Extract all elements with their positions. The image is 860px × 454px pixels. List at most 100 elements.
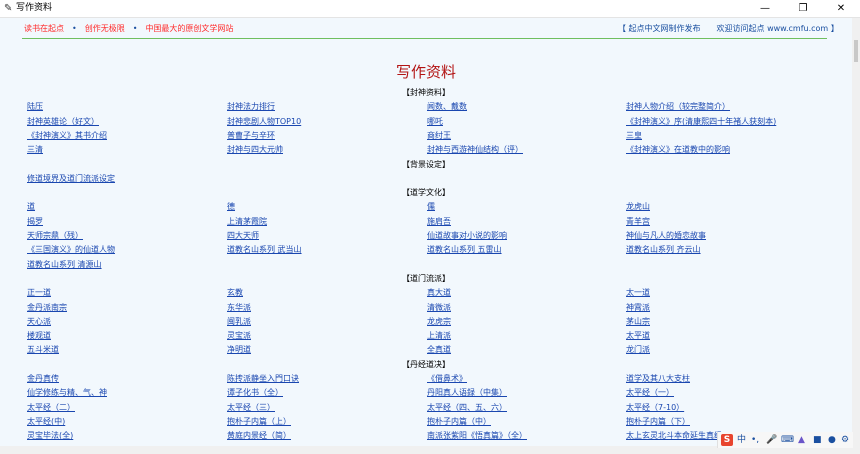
article-link[interactable]: 抱朴子内篇（下） [626, 416, 690, 428]
slogan-2: 创作无极限 [84, 24, 125, 33]
article-link[interactable]: 封神英雄论（好文） [27, 116, 99, 128]
article-link[interactable]: 普曹子与辛环 [227, 130, 275, 142]
article-link[interactable]: 太一道 [626, 287, 650, 299]
article-link[interactable]: 上清茅霞院 [227, 216, 267, 228]
article-link[interactable]: 《封神演义》其书介绍 [27, 130, 107, 142]
article-link[interactable]: 哪吒 [427, 116, 443, 128]
article-link[interactable]: 玄教 [227, 287, 243, 299]
section-heading: 【丹经道决】 [402, 359, 450, 369]
restore-button[interactable]: ❐ [784, 0, 822, 17]
article-link[interactable]: 东华派 [227, 302, 251, 314]
vertical-scrollbar[interactable] [852, 18, 860, 454]
tools-icon[interactable]: ■ [813, 433, 822, 447]
section-heading: 【道门流派】 [402, 273, 450, 283]
article-link[interactable]: 谭子化书（全） [227, 387, 283, 399]
content-pane: 读书在起点 • 创作无极限 • 中国最大的原创文学网站 【 起点中文网制作发布 欢迎访问… [0, 18, 852, 446]
article-link[interactable]: 道教名山系列 武当山 [227, 244, 302, 256]
article-link[interactable]: 三清 [27, 144, 43, 156]
article-link[interactable]: 灵宝毕法(全) [27, 430, 73, 442]
article-link[interactable]: 太平经（一） [626, 387, 674, 399]
article-link[interactable]: 闻数、戴数 [427, 101, 467, 113]
article-link[interactable]: 《封神演义》在道教中的影响 [626, 144, 730, 156]
article-link[interactable]: 封神悲剧人物TOP10 [227, 116, 301, 128]
article-link[interactable]: 天心派 [27, 316, 51, 328]
article-link[interactable]: 德 [227, 201, 235, 213]
article-link[interactable]: 全真道 [427, 344, 451, 356]
header-divider [22, 38, 827, 39]
article-link[interactable]: 太平经（三） [227, 402, 275, 414]
article-link[interactable]: 丹阳真人语録（中集） [427, 387, 507, 399]
article-link[interactable]: 儒 [427, 201, 435, 213]
article-link[interactable]: 青羊宫 [626, 216, 650, 228]
article-link[interactable]: 龙虎山 [626, 201, 650, 213]
slogan-separator: • [132, 24, 138, 33]
article-link[interactable]: 封神与四大元帅 [227, 144, 283, 156]
punctuation-icon[interactable]: •, [751, 433, 759, 447]
article-link[interactable]: 太平经（7-10） [626, 402, 684, 414]
article-link[interactable]: 道 [27, 201, 35, 213]
article-link[interactable]: 真大道 [427, 287, 451, 299]
section-heading: 【背景设定】 [402, 159, 450, 169]
article-link[interactable]: 修道境界及道门流派设定 [27, 173, 115, 185]
article-link[interactable]: 道学及其八大支柱 [626, 373, 690, 385]
article-link[interactable]: 龙虎宗 [427, 316, 451, 328]
publisher-link[interactable]: 【 起点中文网制作发布 欢迎访问起点 www.cmfu.com 】 [618, 23, 839, 35]
article-link[interactable]: 南派张紫阳《悟真篇》（全） [427, 430, 527, 442]
article-link[interactable]: 封神与西游神仙结构（评） [427, 144, 523, 156]
article-link[interactable]: 太平经（二） [27, 402, 75, 414]
article-link[interactable]: 陆压 [27, 101, 43, 113]
article-link[interactable]: 清微派 [427, 302, 451, 314]
article-link[interactable]: 道教名山系列 齐云山 [626, 244, 701, 256]
article-link[interactable]: 金丹真传 [27, 373, 59, 385]
article-link[interactable]: 施肩吾 [427, 216, 451, 228]
article-link[interactable]: 《借鼻术》 [427, 373, 467, 385]
slogan-separator: • [72, 24, 77, 33]
app-icon: ✎ [4, 3, 13, 14]
article-link[interactable]: 抱朴子内篇（上） [227, 416, 291, 428]
close-button[interactable]: ✕ [822, 0, 860, 17]
article-link[interactable]: 抱朴子内篇（中） [427, 416, 491, 428]
article-link[interactable]: 仙道故事对小说的影响 [427, 230, 507, 242]
minimize-button[interactable]: — [746, 0, 784, 17]
article-link[interactable]: 揭罗 [27, 216, 43, 228]
sogou-logo-icon[interactable]: S [721, 434, 733, 446]
skin-icon[interactable]: ▲ [798, 433, 805, 447]
article-link[interactable]: 净明道 [227, 344, 251, 356]
article-link[interactable]: 太平经（四、五、六） [427, 402, 507, 414]
article-link[interactable]: 太平道 [626, 330, 650, 342]
article-link[interactable]: 茅山宗 [626, 316, 650, 328]
article-link[interactable]: 道教名山系列 五雷山 [427, 244, 502, 256]
article-link[interactable]: 神仙与凡人的婚恋故事 [626, 230, 706, 242]
article-link[interactable]: 三皇 [626, 130, 642, 142]
keyboard-icon[interactable]: ⌨ [781, 433, 794, 447]
article-link[interactable]: 闽乳派 [227, 316, 251, 328]
chinese-mode-icon[interactable]: 中 [737, 433, 746, 447]
user-icon[interactable]: ● [828, 433, 836, 447]
window-title: 写作资料 [16, 3, 53, 13]
article-link[interactable]: 仙学修练与精、气、神 [27, 387, 107, 399]
article-link[interactable]: 龙门派 [626, 344, 650, 356]
slogan-3: 中国最大的原创文学网站 [145, 24, 234, 33]
article-link[interactable]: 四大天师 [227, 230, 259, 242]
article-link[interactable]: 太上玄灵北斗本命延生真经 [626, 430, 722, 442]
article-link[interactable]: 正一道 [27, 287, 51, 299]
mic-icon[interactable]: 🎤 [766, 433, 777, 447]
article-link[interactable]: 五斗米道 [27, 344, 59, 356]
article-link[interactable]: 黄庭内景经（简） [227, 430, 291, 442]
article-link[interactable]: 《封神演义》序(清康熙四十年褚人获刻本) [626, 116, 776, 128]
article-link[interactable]: 《三国演义》的仙道人物 [27, 244, 115, 256]
article-link[interactable]: 陈抟派静坐入門口诀 [227, 373, 299, 385]
article-link[interactable]: 灵宝派 [227, 330, 251, 342]
article-link[interactable]: 天师宗鼎（残） [27, 230, 83, 242]
scrollbar-thumb[interactable] [854, 40, 858, 62]
article-link[interactable]: 神霄派 [626, 302, 650, 314]
article-link[interactable]: 商纣王 [427, 130, 451, 142]
article-link[interactable]: 太平经(中) [27, 416, 65, 428]
article-link[interactable]: 封神法力排行 [227, 101, 275, 113]
settings-icon[interactable]: ⚙ [841, 433, 849, 447]
article-link[interactable]: 楼观道 [27, 330, 51, 342]
article-link[interactable]: 上清派 [427, 330, 451, 342]
article-link[interactable]: 金丹派南宗 [27, 302, 67, 314]
article-link[interactable]: 道教名山系列 清源山 [27, 259, 102, 271]
article-link[interactable]: 封神人物介绍（较完整简介） [626, 101, 730, 113]
